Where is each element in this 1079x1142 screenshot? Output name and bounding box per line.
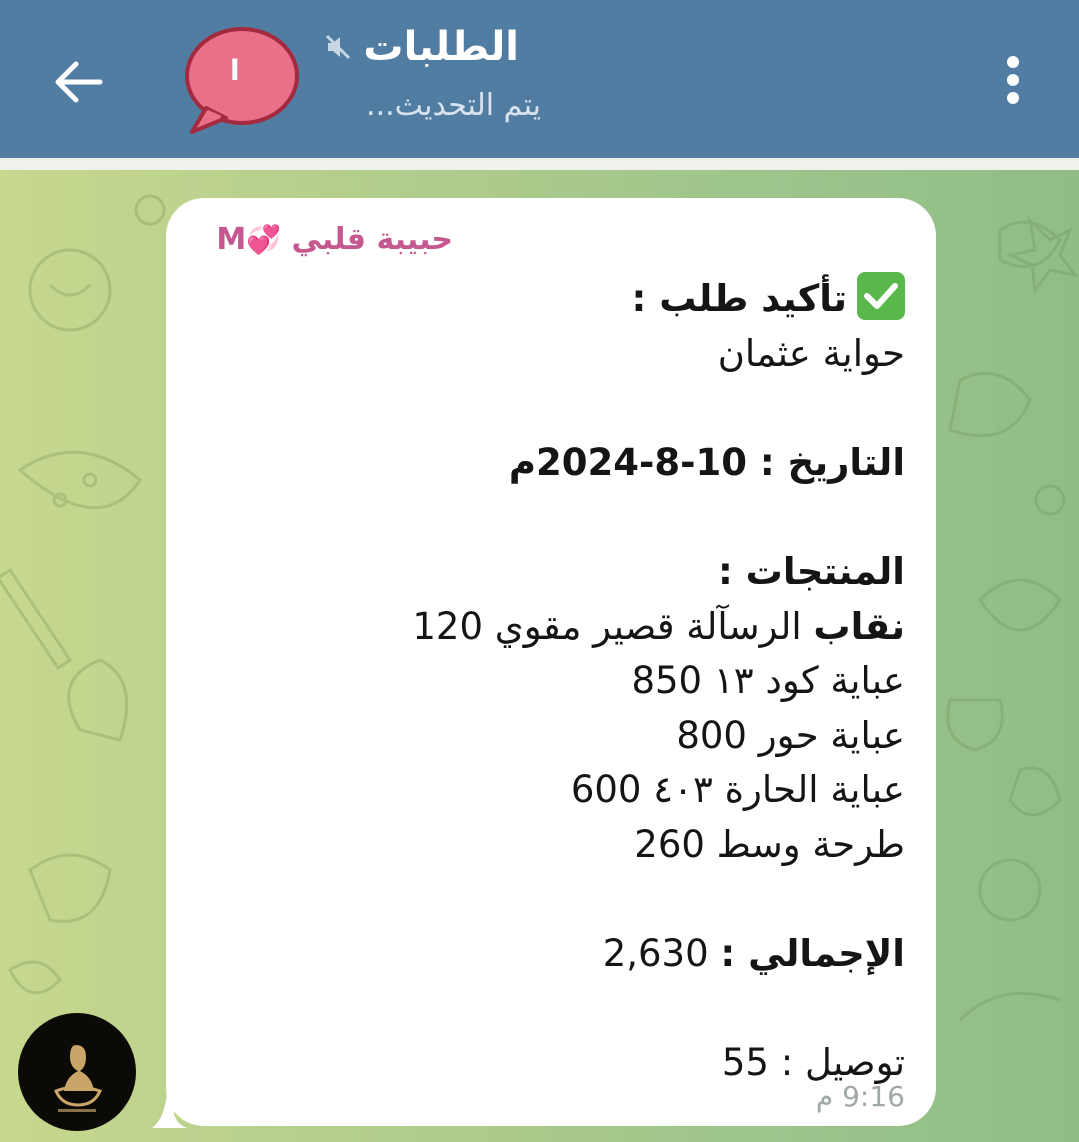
muted-speaker-icon [326, 34, 351, 60]
order-heading: تأكيد طلب : [631, 277, 847, 320]
chat-title: الطلبات [363, 24, 519, 70]
product-line: عباية الحارة ٤٠٣ 600 [205, 763, 905, 818]
product-name: عباية الحارة ٤٠٣ [653, 768, 905, 812]
product-price: 850 [631, 659, 703, 703]
product-price: 600 [570, 768, 642, 812]
products-label: المنتجات : [717, 549, 905, 593]
total-label: الإجمالي : [720, 932, 905, 976]
order-heading-line: تأكيد طلب : [205, 272, 905, 327]
back-button[interactable] [40, 44, 116, 120]
product-name: عباية حور [758, 713, 905, 757]
chat-title-group[interactable]: الطلبات [323, 24, 519, 70]
product-line: طرحة وسط 260 [205, 818, 905, 873]
sender-suffix: M [216, 222, 247, 257]
total-line: الإجمالي : 2,630 [205, 927, 905, 982]
chat-status: يتم التحديث... [366, 88, 541, 123]
two-hearts-emoji-icon: 💞 [246, 223, 282, 256]
date-line: التاريخ : 10-8-2024م [205, 436, 905, 491]
chat-header: ا الطلبات يتم التحديث... [0, 0, 1079, 158]
arrow-left-icon [55, 61, 103, 103]
delivery-value: 55 [721, 1041, 769, 1085]
product-line: عباية حور 800 [205, 709, 905, 764]
product-line: عباية كود ١٣ 850 [205, 654, 905, 709]
header-divider [0, 158, 1079, 170]
date-label: التاريخ : [759, 440, 905, 484]
sender-name: حبيبة قلبي [291, 222, 453, 257]
product-price: 120 [412, 604, 484, 648]
product-line: نقاب الرسآلة قصير مقوي 120 [205, 600, 905, 655]
product-price: 800 [676, 713, 747, 757]
message-text: تأكيد طلب : حواية عثمان التاريخ : 10-8-2… [205, 272, 905, 1091]
seller-name: حواية عثمان [717, 331, 905, 375]
date-value: 10-8-2024م [508, 440, 747, 484]
message-timestamp: 9:16 م [815, 1080, 905, 1113]
product-name-bold: نقاب [813, 604, 905, 648]
sender-avatar[interactable] [18, 1013, 136, 1131]
check-mark-emoji-icon [857, 272, 905, 320]
brand-logo-icon [54, 1045, 103, 1112]
delivery-line: توصيل : 55 [205, 1036, 905, 1091]
product-price: 260 [634, 822, 705, 866]
more-vertical-icon [1007, 56, 1019, 68]
product-name: طرحة وسط [716, 822, 905, 866]
chat-avatar[interactable]: ا [182, 24, 300, 136]
total-value: 2,630 [602, 932, 709, 976]
more-options-button[interactable] [990, 50, 1036, 110]
avatar-letter: ا [230, 54, 240, 87]
product-name: الرسآلة قصير مقوي [494, 604, 802, 648]
delivery-label: توصيل : [780, 1041, 905, 1085]
product-name: عباية كود ١٣ [713, 659, 905, 703]
message-sender[interactable]: حبيبة قلبي 💞M [216, 222, 453, 257]
